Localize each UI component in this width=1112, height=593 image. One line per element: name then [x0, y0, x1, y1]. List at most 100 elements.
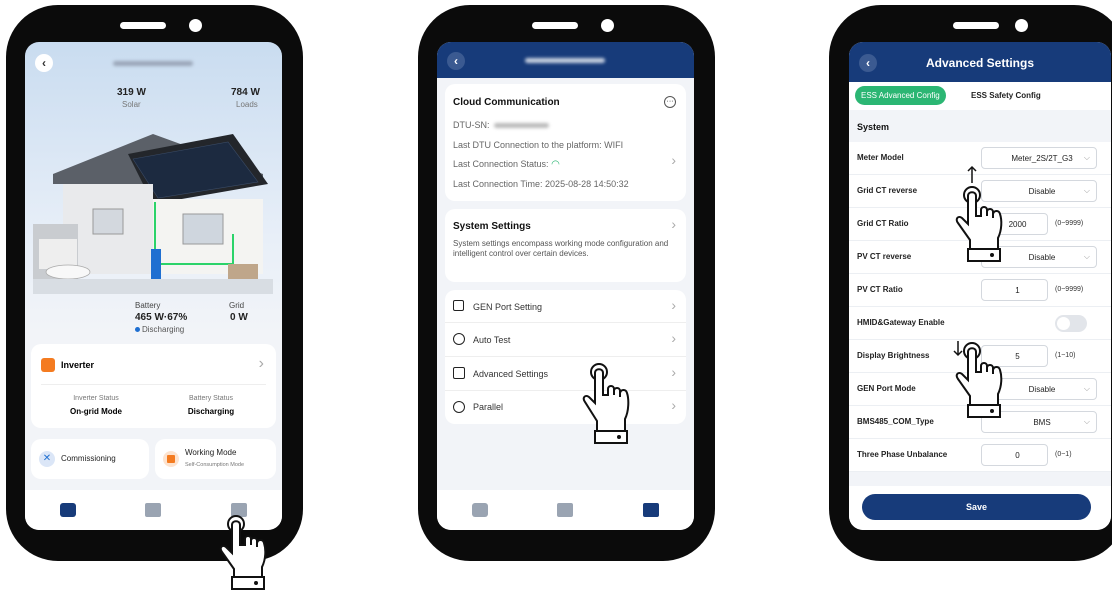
advanced-settings-icon [453, 367, 465, 379]
card-divider [41, 384, 266, 385]
commissioning-button[interactable]: ✕ Commissioning [31, 439, 149, 479]
inverter-status-label: Inverter Status [73, 395, 119, 402]
tap-hand-icon [582, 363, 630, 444]
menu-item-gen-port[interactable]: GEN Port Setting › [445, 290, 686, 323]
menu-card: GEN Port Setting › Auto Test › Advanced … [445, 290, 686, 424]
hmid-gateway-row: HMID&Gateway Enable [849, 307, 1111, 340]
save-bar: Save [849, 486, 1111, 530]
camera-dot [189, 19, 202, 32]
inverter-icon [41, 358, 55, 372]
phone-3: ‹ Advanced Settings ESS Advanced Config … [829, 5, 1112, 561]
last-connection-time: Last Connection Time: 2025-08-28 14:50:3… [453, 179, 629, 189]
chevron-down-icon: ⌵ [1083, 384, 1090, 393]
house-illustration [33, 134, 273, 294]
battery-value: 465 W·67% [135, 312, 188, 323]
page-title: Advanced Settings [925, 56, 1035, 70]
commissioning-label: Commissioning [61, 454, 116, 463]
save-button[interactable]: Save [862, 494, 1091, 520]
home-icon[interactable] [59, 503, 76, 517]
display-brightness-label: Display Brightness [857, 351, 930, 360]
back-icon[interactable]: ‹ [35, 54, 53, 72]
hmid-gateway-label: HMID&Gateway Enable [857, 318, 945, 327]
bms485-com-type-label: BMS485_COM_Type [857, 417, 934, 426]
globe-icon [453, 401, 465, 413]
gen-port-mode-label: GEN Port Mode [857, 384, 916, 393]
chevron-down-icon: ⌵ [1083, 417, 1090, 426]
tap-hand-icon [219, 515, 267, 590]
device-icon[interactable] [145, 503, 162, 517]
pv-ct-ratio-range: (0~9999) [1055, 286, 1084, 293]
chevron-right-icon: › [671, 297, 676, 313]
loads-label: Loads [236, 100, 258, 109]
system-settings-title: System Settings [453, 221, 531, 232]
meter-model-label: Meter Model [857, 153, 904, 162]
inverter-card[interactable]: Inverter › Inverter Status On-grid Mode … [31, 344, 276, 428]
speaker-bar [953, 22, 999, 29]
solar-label: Solar [122, 100, 141, 109]
tab-ess-advanced-config[interactable]: ESS Advanced Config [855, 86, 946, 105]
bottom-nav [437, 490, 694, 530]
cloud-communication-card[interactable]: Cloud Communication ··· DTU-SN: Last DTU… [445, 84, 686, 201]
phone-1: ‹ 319 W Solar 784 W Loads Battery 465 W·… [6, 5, 303, 590]
apps-grid-icon[interactable] [643, 503, 660, 517]
speaker-bar [120, 22, 166, 29]
camera-dot [1015, 19, 1028, 32]
device-name-blurred [113, 61, 193, 66]
settings-screen: ‹ Cloud Communication ··· DTU-SN: Last D… [437, 42, 694, 530]
system-settings-desc: System settings encompass working mode c… [453, 239, 669, 258]
hmid-gateway-toggle[interactable] [1055, 315, 1087, 332]
swipe-up-hand-icon [955, 165, 1003, 262]
chevron-right-icon: › [671, 330, 676, 346]
last-connection-info: Last DTU Connection to the platform: WIF… [453, 140, 624, 150]
device-icon[interactable] [557, 503, 574, 517]
three-phase-unbalance-label: Three Phase Unbalance [857, 450, 948, 459]
back-icon[interactable]: ‹ [447, 52, 465, 70]
menu-item-auto-test[interactable]: Auto Test › [445, 323, 686, 357]
home-icon[interactable] [471, 503, 488, 517]
working-mode-button[interactable]: Working Mode Self-Consumption Mode [155, 439, 276, 479]
phone-2: ‹ Cloud Communication ··· DTU-SN: Last D… [418, 5, 715, 561]
grid-value: 0 W [230, 312, 248, 323]
tools-icon: ✕ [39, 451, 55, 467]
device-name-blurred [525, 58, 605, 63]
advanced-settings-label: Advanced Settings [473, 369, 549, 379]
battery-status-row: Discharging [135, 325, 184, 334]
battery-label: Battery [135, 301, 161, 310]
chevron-right-icon: › [258, 355, 264, 372]
menu-item-advanced-settings[interactable]: Advanced Settings › [445, 357, 686, 391]
chevron-right-icon: › [671, 152, 676, 168]
chevron-down-icon: ⌵ [1083, 153, 1090, 162]
wifi-icon: ◠ [551, 159, 560, 170]
advanced-settings-screen: ‹ Advanced Settings ESS Advanced Config … [849, 42, 1111, 530]
cloud-title: Cloud Communication [453, 97, 560, 108]
chevron-right-icon: › [671, 364, 676, 380]
swipe-down-hand-icon [953, 341, 1003, 418]
tab-bar: ESS Advanced Config ESS Safety Config [849, 82, 1111, 110]
three-phase-unbalance-row: Three Phase Unbalance 0 (0~1) [849, 439, 1111, 472]
chevron-down-icon: ⌵ [1083, 252, 1090, 261]
working-mode-value: Self-Consumption Mode [185, 462, 245, 468]
system-settings-card[interactable]: System Settings › System settings encomp… [445, 209, 686, 282]
tab-ess-safety-config[interactable]: ESS Safety Config [971, 86, 1041, 105]
status-dot-icon [135, 327, 140, 332]
pv-ct-ratio-label: PV CT Ratio [857, 285, 903, 294]
solar-power-value: 319 W [117, 87, 146, 98]
auto-test-label: Auto Test [473, 335, 511, 345]
header-bar: ‹ Advanced Settings [849, 42, 1111, 82]
chevron-right-icon: › [671, 216, 676, 232]
inverter-status-value: On-grid Mode [70, 407, 122, 416]
chevron-down-icon: ⌵ [1083, 186, 1090, 195]
more-icon[interactable]: ··· [664, 96, 676, 108]
parallel-label: Parallel [473, 402, 504, 412]
loads-power-value: 784 W [231, 87, 260, 98]
inverter-title: Inverter [61, 360, 95, 370]
three-phase-unbalance-input[interactable]: 0 [981, 444, 1048, 466]
grid-ct-ratio-range: (0~9999) [1055, 220, 1084, 227]
menu-item-parallel[interactable]: Parallel › [445, 391, 686, 424]
auto-test-icon [453, 333, 465, 345]
home-screen: ‹ 319 W Solar 784 W Loads Battery 465 W·… [25, 42, 282, 530]
working-mode-title: Working Mode [185, 448, 237, 457]
battery-status-value: Discharging [187, 407, 235, 416]
pv-ct-ratio-input[interactable]: 1 [981, 279, 1048, 301]
header-bar: ‹ [437, 42, 694, 78]
